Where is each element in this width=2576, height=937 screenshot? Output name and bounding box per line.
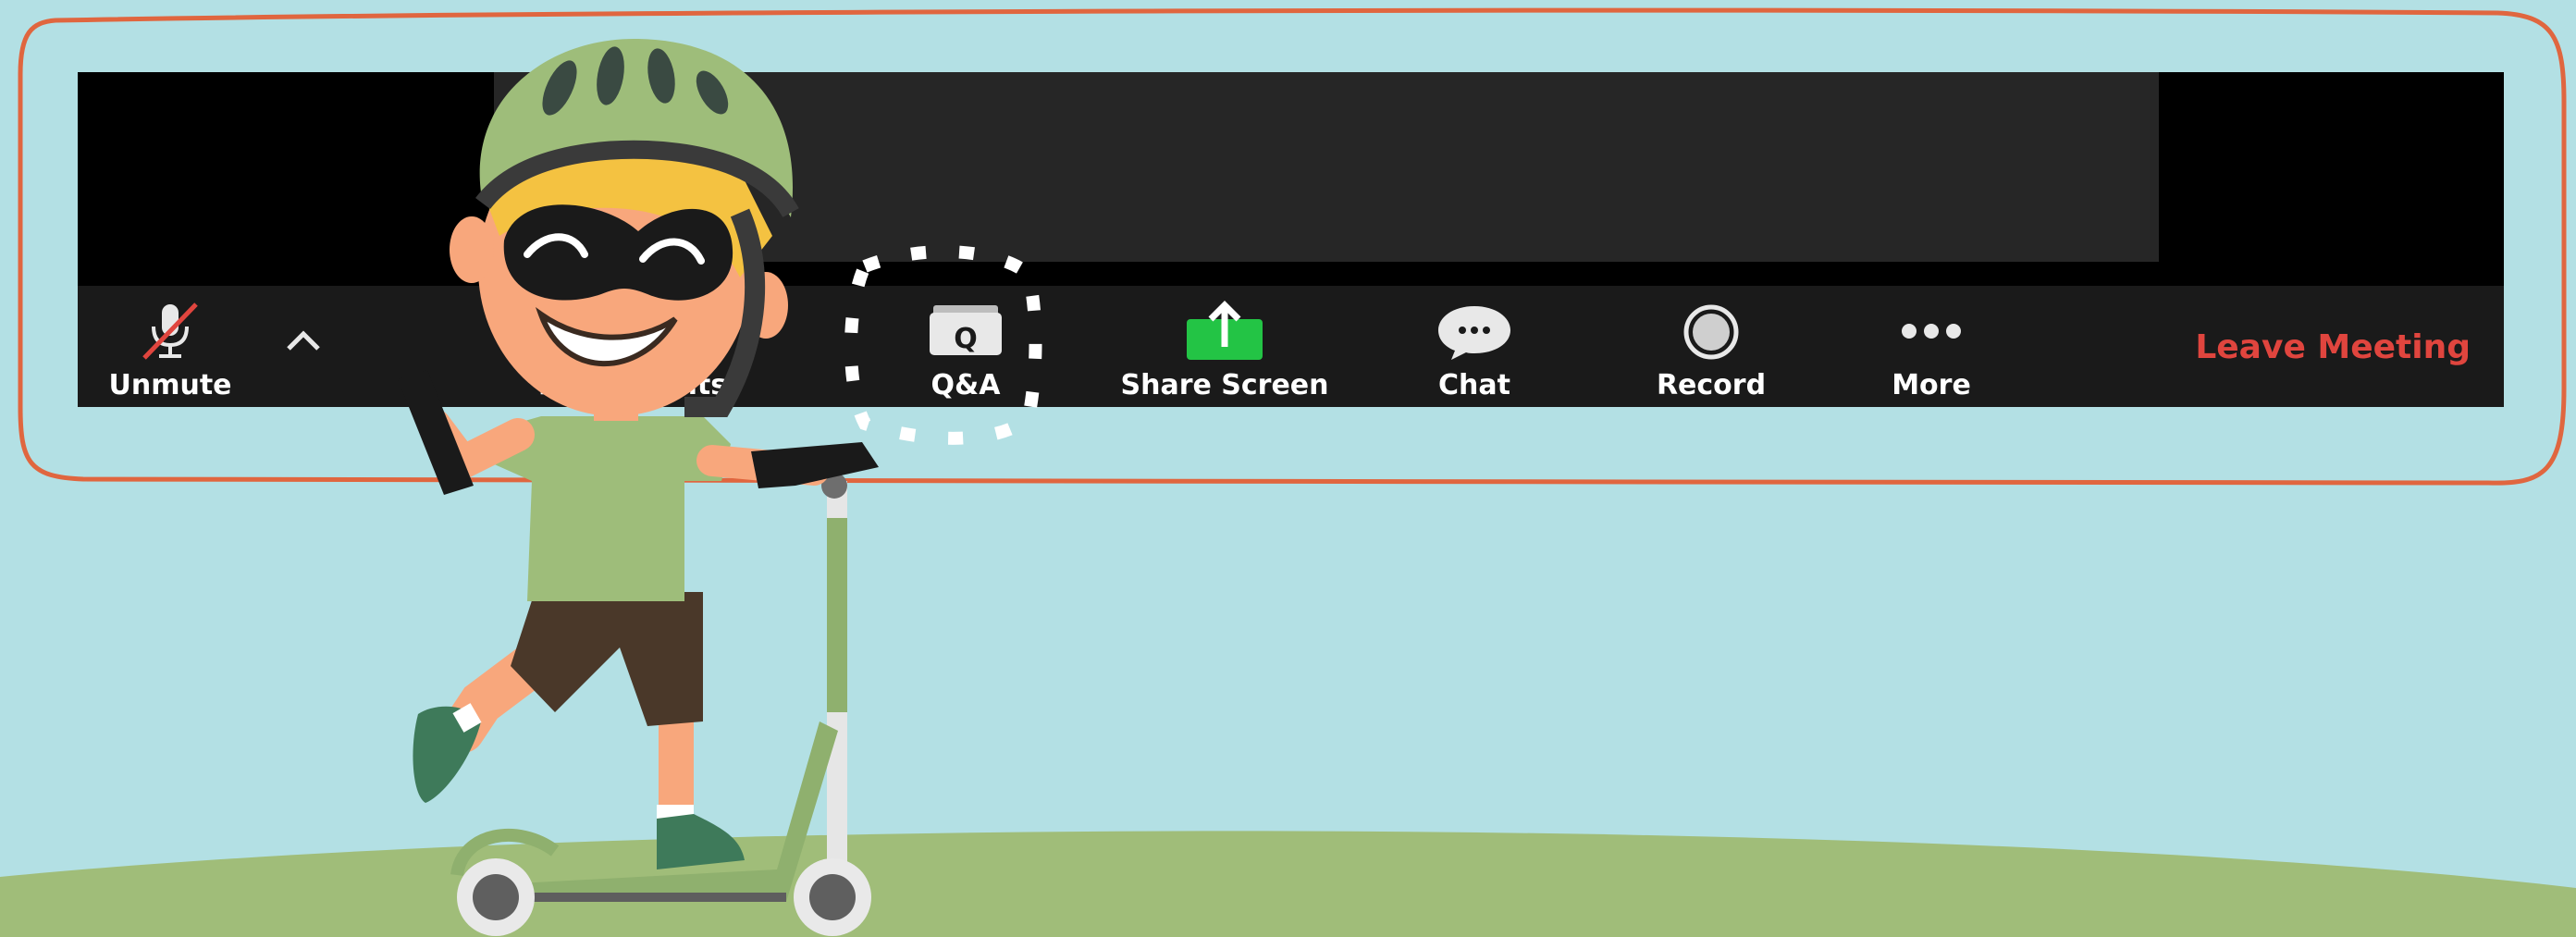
boy-on-scooter-illustration <box>388 38 1042 936</box>
